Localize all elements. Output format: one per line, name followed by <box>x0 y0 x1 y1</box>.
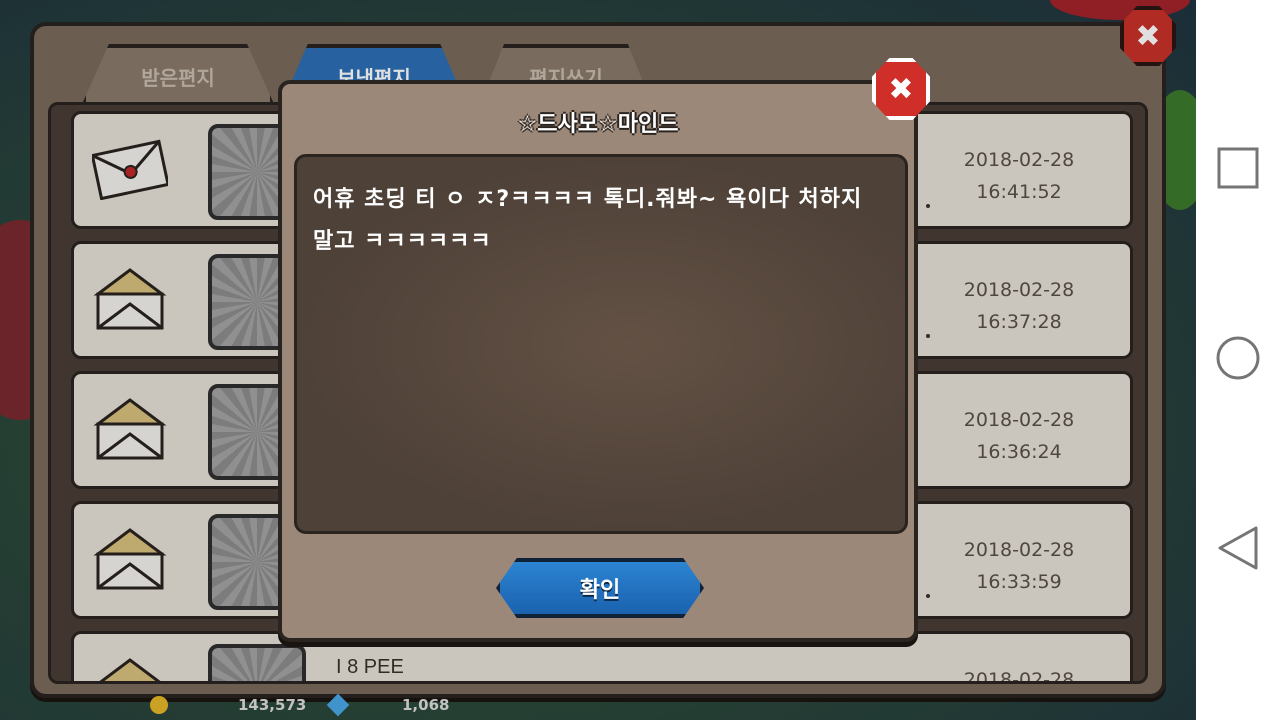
popup-message-box: 어휴 초딩 티 ㅇ ㅈ?ㅋㅋㅋㅋ 톡디.줘봐~ 욕이다 처하지 말고 ㅋㅋㅋㅋㅋ… <box>294 154 908 534</box>
popup-message: 어휴 초딩 티 ㅇ ㅈ?ㅋㅋㅋㅋ 톡디.줘봐~ 욕이다 처하지 말고 ㅋㅋㅋㅋㅋ… <box>313 187 863 254</box>
triangle-back-icon <box>1218 526 1258 570</box>
close-icon: ✖ <box>888 71 914 107</box>
recent-apps-button[interactable] <box>1212 142 1264 194</box>
android-navigation-bar <box>1196 0 1280 720</box>
popup-title: ☆드사모☆마인드 <box>517 112 679 137</box>
circle-icon <box>1216 336 1260 380</box>
message-popup: ☆드사모☆마인드 어휴 초딩 티 ㅇ ㅈ?ㅋㅋㅋㅋ 톡디.줘봐~ 욕이다 처하지… <box>278 58 930 642</box>
square-icon <box>1217 147 1259 189</box>
back-button[interactable] <box>1212 522 1264 574</box>
close-popup-button[interactable]: ✖ <box>872 58 930 120</box>
home-button[interactable] <box>1212 332 1264 384</box>
confirm-button[interactable]: 확인 <box>496 558 704 618</box>
